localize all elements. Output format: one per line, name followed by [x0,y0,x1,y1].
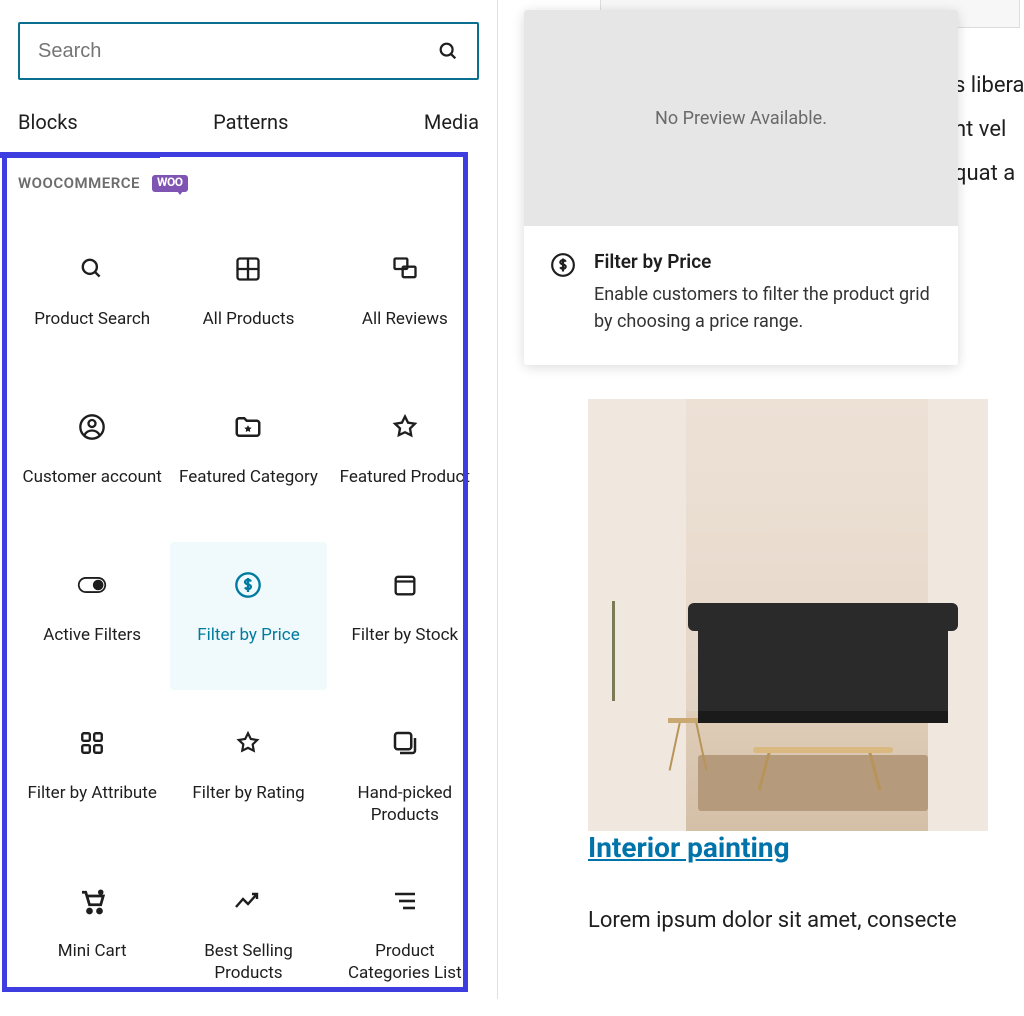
block-featured-category[interactable]: Featured Category [170,384,326,532]
block-label: Filter by Price [197,624,299,646]
box-icon [390,570,420,600]
trend-up-icon [233,886,263,916]
search-box[interactable] [18,22,479,80]
block-all-reviews[interactable]: All Reviews [327,226,483,374]
search-icon [437,40,459,62]
block-label: Featured Product [340,466,470,488]
chat-icon [390,254,420,284]
woo-badge-icon: Woo [152,175,188,192]
active-tab-indicator [0,152,160,158]
inserter-tabs: Blocks Patterns Media [0,88,497,148]
preview-placeholder: No Preview Available. [524,10,958,226]
grid-icon [233,254,263,284]
section-title: WOOCOMMERCE [18,174,140,192]
toggle-icon [77,570,107,600]
block-label: Active Filters [43,624,141,646]
block-label: All Reviews [362,308,448,330]
grid-small-icon [77,728,107,758]
block-filter-by-price[interactable]: Filter by Price [170,542,326,690]
editor-canvas: No Preview Available. Filter by Price En… [524,0,1024,933]
search-input[interactable] [38,40,437,63]
dollar-circle-icon [233,570,263,600]
block-inserter-panel: Blocks Patterns Media WOOCOMMERCE Woo Pr… [0,0,498,999]
dollar-circle-icon [550,252,576,278]
block-filter-by-attribute[interactable]: Filter by Attribute [14,700,170,848]
block-label: All Products [203,308,295,330]
post-excerpt: Lorem ipsum dolor sit amet, consecte [588,908,1024,933]
block-filter-by-stock[interactable]: Filter by Stock [327,542,483,690]
folder-star-icon [233,412,263,442]
block-label: Customer account [23,466,162,488]
post-title-link[interactable]: Interior painting [588,831,790,864]
block-label: Featured Category [179,466,318,488]
block-customer-account[interactable]: Customer account [14,384,170,532]
tooltip-title: Filter by Price [594,250,932,273]
block-product-categories-list[interactable]: Product Categories List [327,858,483,1006]
block-filter-by-rating[interactable]: Filter by Rating [170,700,326,848]
post-featured-image [588,399,988,831]
tab-blocks[interactable]: Blocks [18,110,78,134]
block-all-products[interactable]: All Products [170,226,326,374]
block-active-filters[interactable]: Active Filters [14,542,170,690]
search-icon [77,254,107,284]
block-label: Hand-picked Products [333,782,477,826]
star-outline-icon [233,728,263,758]
block-label: Product Categories List [333,940,477,984]
block-mini-cart[interactable]: Mini Cart [14,858,170,1006]
block-best-selling-products[interactable]: Best Selling Products [170,858,326,1006]
list-icon [390,886,420,916]
person-circle-icon [77,412,107,442]
cart-icon [77,886,107,916]
block-preview-tooltip: No Preview Available. Filter by Price En… [524,10,958,365]
tab-patterns[interactable]: Patterns [213,110,288,134]
star-icon [390,412,420,442]
block-hand-picked-products[interactable]: Hand-picked Products [327,700,483,848]
tab-media[interactable]: Media [424,110,479,134]
block-label: Filter by Rating [192,782,304,804]
block-label: Mini Cart [58,940,127,962]
block-featured-product[interactable]: Featured Product [327,384,483,532]
block-product-search[interactable]: Product Search [14,226,170,374]
block-label: Product Search [34,308,150,330]
tooltip-description: Enable customers to filter the product g… [594,281,932,335]
blocks-grid: Product Search All Products All Reviews … [0,200,497,1016]
block-label: Best Selling Products [176,940,320,984]
block-label: Filter by Attribute [27,782,156,804]
block-label: Filter by Stock [352,624,459,646]
stack-icon [390,728,420,758]
